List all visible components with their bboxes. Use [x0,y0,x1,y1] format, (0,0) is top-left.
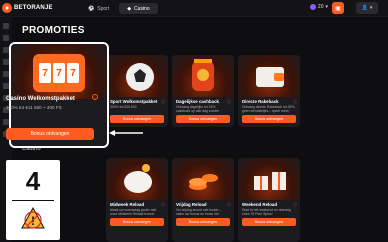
soccer-ball-icon [126,63,154,91]
card-title: Weekend Reload [242,202,278,207]
tab-label: Casino [134,5,150,12]
promo-card[interactable]: ⓘ Midweek Reload Maak uw woensdag groter… [106,158,168,242]
card-title: Directe Rakeback [242,99,279,104]
info-icon[interactable]: ⓘ [227,202,231,208]
slot-machine-icon: 7 7 7 [33,54,85,92]
claim-bonus-button-highlight[interactable]: Bonus ontvangen [6,128,94,140]
tab-label: Sport [97,5,110,12]
claim-bonus-button[interactable]: Bonus ontvangen [176,115,230,123]
gift-boxes-image [238,158,300,200]
logo-mark-icon: ● [2,3,12,13]
claim-bonus-button[interactable]: Bonus ontvangen [110,218,164,226]
chip-icon: ◆ [127,5,132,12]
info-icon[interactable]: ⓘ [161,99,165,105]
piggy-bank-icon [124,164,152,193]
chevron-down-icon: ▾ [369,5,373,11]
soccer-ball-image [106,55,168,97]
gift-box-icon [254,172,286,190]
step-divider [12,200,54,201]
sidebar-menu-icon[interactable] [3,23,9,29]
ball-icon: ⚽ [88,5,95,12]
info-icon[interactable]: ⓘ [227,99,231,105]
wallet-image [238,55,300,97]
highlight-desc: 300% tot €11 500 + 400 FS [6,105,62,110]
logo[interactable]: ● BETORANJE [2,3,53,13]
wallet-icon [256,67,284,87]
card-desc: Vul vrijdag avond met leuker – claim uw … [176,208,222,216]
info-icon[interactable]: ⓘ [161,202,165,208]
slot-reel: 7 [39,63,51,83]
slot-machine-image: 7 7 7 [11,44,107,99]
card-desc: Ontvang directe Rakeback tot 25%, geen w… [242,105,296,113]
slot-reel: 7 [67,63,79,83]
product-tabs: ⚽ Sport ◆ Casino [80,3,158,14]
balance-value: 20 [317,4,324,10]
coins-image [172,158,234,200]
promo-card[interactable]: ⓘ Directe Rakeback Ontvang directe Rakeb… [238,55,300,127]
promo-card[interactable]: ⓘ Weekend Reload Start in het weekend en… [238,158,300,242]
highlight-title: Casino Welkomstpakket [6,96,75,102]
coin-jar-icon [192,59,214,91]
info-icon[interactable]: ⓘ [293,99,297,105]
top-bar: ● BETORANJE ⚽ Sport ◆ Casino 20 ▾ ▣ 👤 ▾ [0,0,388,17]
card-desc: Ontvang dagelijks tot 15% cashback op al… [176,105,220,113]
claim-bonus-button[interactable]: Bonus ontvangen [242,115,296,123]
promo-card[interactable]: ⓘ Sport Welkomstpakket 300% tot €25 600 … [106,55,168,127]
step-badge: 4 ! [6,160,60,240]
logo-text: BETORANJE [14,5,53,11]
card-title: Sport Welkomstpakket [110,99,158,104]
profile-menu-button[interactable]: 👤 ▾ [356,2,378,14]
card-title: Vrijdag Reload [176,202,207,207]
coins-icon [189,174,218,190]
deposit-button[interactable]: ▣ [332,2,344,14]
promo-card[interactable]: ⓘ Vrijdag Reload Vul vrijdag avond met l… [172,158,234,242]
card-desc: Start in het weekend en ontvang extra 75… [242,208,291,216]
coin-jar-image [172,55,234,97]
balance-selector[interactable]: 20 ▾ [309,4,328,10]
info-icon[interactable]: i [92,94,98,100]
card-desc: 300% tot €25 600 [110,105,137,109]
card-title: Dagelijkse cashback [176,99,219,104]
pointer-arrow-icon [109,130,143,136]
info-icon[interactable]: ⓘ [293,202,297,208]
sidebar-search-icon[interactable] [3,35,9,41]
claim-bonus-button[interactable]: Bonus ontvangen [110,115,164,123]
slot-reel: 7 [53,63,65,83]
coin-icon [309,4,316,10]
wallet-icon: ▣ [335,5,341,12]
warning-icon: ! [21,206,45,229]
chevron-down-icon: ▾ [325,4,328,10]
step-number: 4 [25,166,41,196]
page-title: PROMOTIES [22,25,85,36]
user-icon: 👤 [361,5,368,11]
tab-casino[interactable]: ◆ Casino [119,3,158,14]
claim-bonus-button[interactable]: Bonus ontvangen [242,218,296,226]
piggy-bank-image [106,158,168,200]
card-desc: Maak uw woensdag groter met onze Midweek… [110,208,157,216]
promo-card[interactable]: ⓘ Dagelijkse cashback Ontvang dagelijks … [172,55,234,127]
card-title: Midweek Reload [110,202,145,207]
tab-sport[interactable]: ⚽ Sport [80,3,117,14]
claim-bonus-button[interactable]: Bonus ontvangen [176,218,230,226]
